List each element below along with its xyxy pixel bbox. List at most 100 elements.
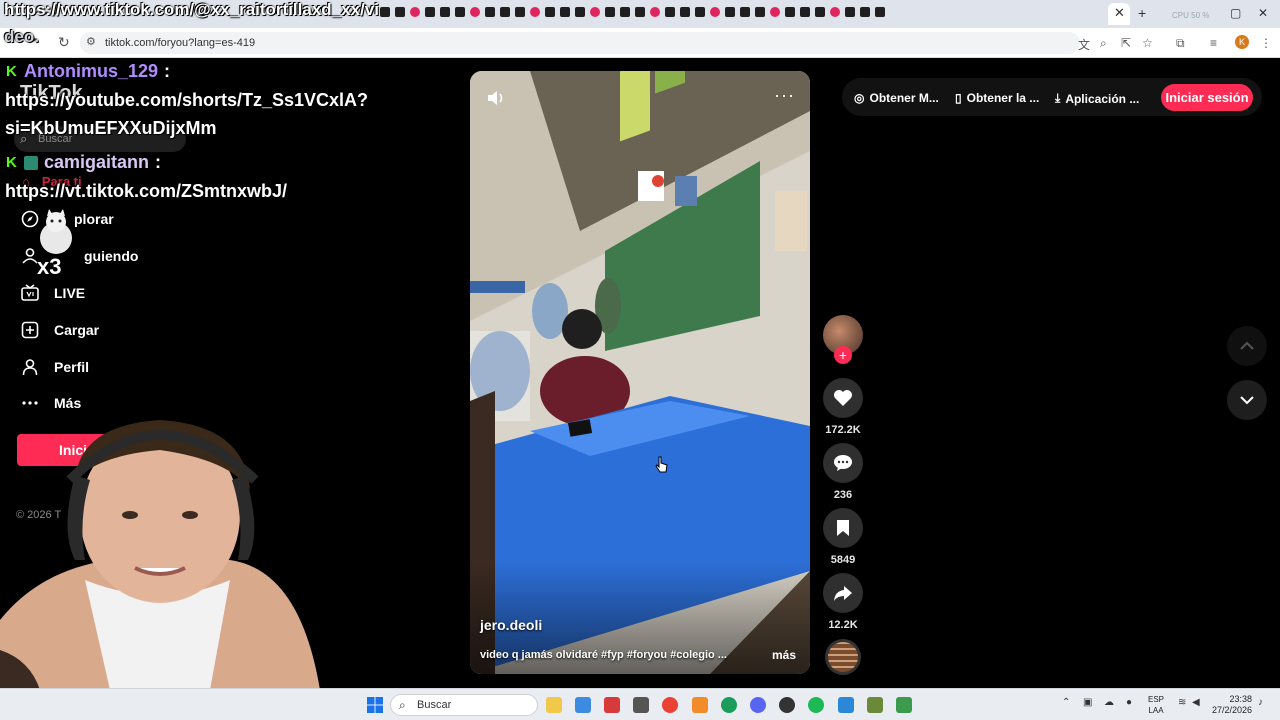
tab-favicon-icon[interactable] (800, 7, 810, 17)
tab-favicon-icon[interactable] (755, 7, 765, 17)
video-more-options-icon[interactable]: ··· (774, 85, 795, 106)
caption-more-link[interactable]: más (772, 648, 796, 662)
share-action[interactable]: 12.2K (823, 573, 863, 631)
sidebar-item-perfil[interactable]: Perfil (20, 357, 89, 377)
app-icon[interactable] (896, 697, 912, 713)
url-text[interactable]: tiktok.com/foryou?lang=es-419 (105, 37, 255, 49)
app-icon[interactable] (692, 697, 708, 713)
tab-favicons[interactable] (380, 7, 885, 17)
tab-favicon-icon[interactable] (500, 7, 510, 17)
tab-favicon-icon[interactable] (740, 7, 750, 17)
tab-favicon-icon[interactable] (455, 7, 465, 17)
translate-icon[interactable]: 文 (1078, 36, 1090, 53)
wifi-icon[interactable]: ≋ (1178, 697, 1186, 708)
onedrive-icon[interactable]: ☁ (1104, 697, 1114, 708)
comment-icon[interactable] (823, 443, 863, 483)
like-action[interactable]: 172.2K (823, 378, 863, 436)
volume-tray-icon[interactable]: ◀ (1192, 697, 1200, 708)
get-coins-button[interactable]: ◎ Obtener M... (854, 91, 939, 105)
tab-favicon-icon[interactable] (785, 7, 795, 17)
install-icon[interactable]: ⇱ (1121, 36, 1131, 50)
tab-favicon-icon[interactable] (590, 7, 600, 17)
minecraft-icon[interactable] (867, 697, 883, 713)
site-info-icon[interactable]: ⚙ (86, 35, 96, 48)
video-author[interactable]: jero.deoli (480, 617, 542, 633)
login-button[interactable]: Iniciar sesión (1161, 84, 1253, 111)
bookmark-star-icon[interactable]: ☆ (1142, 36, 1153, 50)
tab-favicon-icon[interactable] (650, 7, 660, 17)
tab-favicon-icon[interactable] (830, 7, 840, 17)
tab-favicon-icon[interactable] (470, 7, 480, 17)
volume-icon[interactable] (486, 89, 506, 112)
tab-favicon-icon[interactable] (575, 7, 585, 17)
tab-favicon-icon[interactable] (680, 7, 690, 17)
sidebar-item-live[interactable]: LIVE (20, 283, 85, 303)
tab-favicon-icon[interactable] (725, 7, 735, 17)
obs-icon[interactable] (779, 697, 795, 713)
zoom-icon[interactable]: ⌕ (1100, 36, 1107, 51)
sidebar-item-cargar[interactable]: Cargar (20, 320, 99, 340)
chrome-icon[interactable] (721, 697, 737, 713)
profile-avatar[interactable]: K (1235, 35, 1249, 49)
music-disc-icon[interactable] (825, 639, 861, 675)
get-app-button[interactable]: ▯ Obtener la ... (955, 91, 1039, 105)
tab-favicon-icon[interactable] (410, 7, 420, 17)
tab-favicon-icon[interactable] (665, 7, 675, 17)
tab-favicon-icon[interactable] (440, 7, 450, 17)
tab-favicon-icon[interactable] (560, 7, 570, 17)
tab-close-icon[interactable]: ✕ (1114, 5, 1125, 21)
tab-favicon-icon[interactable] (695, 7, 705, 17)
tab-favicon-icon[interactable] (395, 7, 405, 17)
language-indicator[interactable]: ESP LAA (1148, 694, 1164, 716)
tab-favicon-icon[interactable] (710, 7, 720, 17)
active-tab[interactable]: ✕ (1108, 3, 1130, 25)
tab-favicon-icon[interactable] (620, 7, 630, 17)
system-clock[interactable]: 23:38 27/2/2026 (1212, 694, 1252, 716)
extensions-icon[interactable]: ⧉ (1176, 36, 1185, 51)
previous-video-button[interactable] (1227, 326, 1267, 366)
video-player[interactable]: ··· jero.deoli video q jamás olvidaré #f… (470, 71, 810, 674)
discord-icon[interactable] (750, 697, 766, 713)
file-explorer-icon[interactable] (546, 697, 562, 713)
tab-favicon-icon[interactable] (815, 7, 825, 17)
new-tab-button[interactable]: + (1138, 5, 1146, 21)
tab-favicon-icon[interactable] (875, 7, 885, 17)
tab-favicon-icon[interactable] (770, 7, 780, 17)
heart-icon[interactable] (823, 378, 863, 418)
windows-start-icon[interactable] (367, 697, 383, 718)
tab-favicon-icon[interactable] (515, 7, 525, 17)
store-icon[interactable] (633, 697, 649, 713)
tab-favicon-icon[interactable] (845, 7, 855, 17)
bookmark-icon[interactable] (823, 508, 863, 548)
tab-favicon-icon[interactable] (530, 7, 540, 17)
tab-favicon-icon[interactable] (380, 7, 390, 17)
app-icon[interactable] (604, 697, 620, 713)
tab-favicon-icon[interactable] (860, 7, 870, 17)
chrome-icon[interactable] (662, 697, 678, 713)
spotify-icon[interactable] (808, 697, 824, 713)
share-icon[interactable] (823, 573, 863, 613)
tab-favicon-icon[interactable] (485, 7, 495, 17)
tray-chevron-icon[interactable]: ⌃ (1062, 697, 1070, 708)
maximize-icon[interactable]: ▢ (1230, 6, 1241, 20)
taskbar-search-input[interactable]: ⌕ Buscar (390, 694, 538, 716)
next-video-button[interactable] (1227, 380, 1267, 420)
tab-favicon-icon[interactable] (545, 7, 555, 17)
follow-plus-icon[interactable]: + (834, 346, 852, 364)
notification-bell-icon[interactable]: ♪ (1258, 697, 1263, 708)
notepad-icon[interactable] (838, 697, 854, 713)
tray-app-icon[interactable]: ▣ (1083, 697, 1092, 708)
tab-favicon-icon[interactable] (635, 7, 645, 17)
app-icon[interactable] (575, 697, 591, 713)
tab-favicon-icon[interactable] (605, 7, 615, 17)
mic-icon[interactable]: ● (1126, 697, 1132, 708)
comment-action[interactable]: 236 (823, 443, 863, 501)
save-action[interactable]: 5849 (823, 508, 863, 566)
close-window-icon[interactable]: ✕ (1258, 6, 1268, 20)
reading-list-icon[interactable]: ≡ (1210, 36, 1217, 50)
desktop-app-button[interactable]: ⤓ Aplicación ... (1055, 91, 1139, 106)
browser-menu-icon[interactable]: ⋮ (1260, 36, 1272, 50)
sidebar-item-mas[interactable]: Más (20, 393, 81, 413)
reload-icon[interactable]: ↻ (58, 34, 70, 51)
tab-favicon-icon[interactable] (425, 7, 435, 17)
